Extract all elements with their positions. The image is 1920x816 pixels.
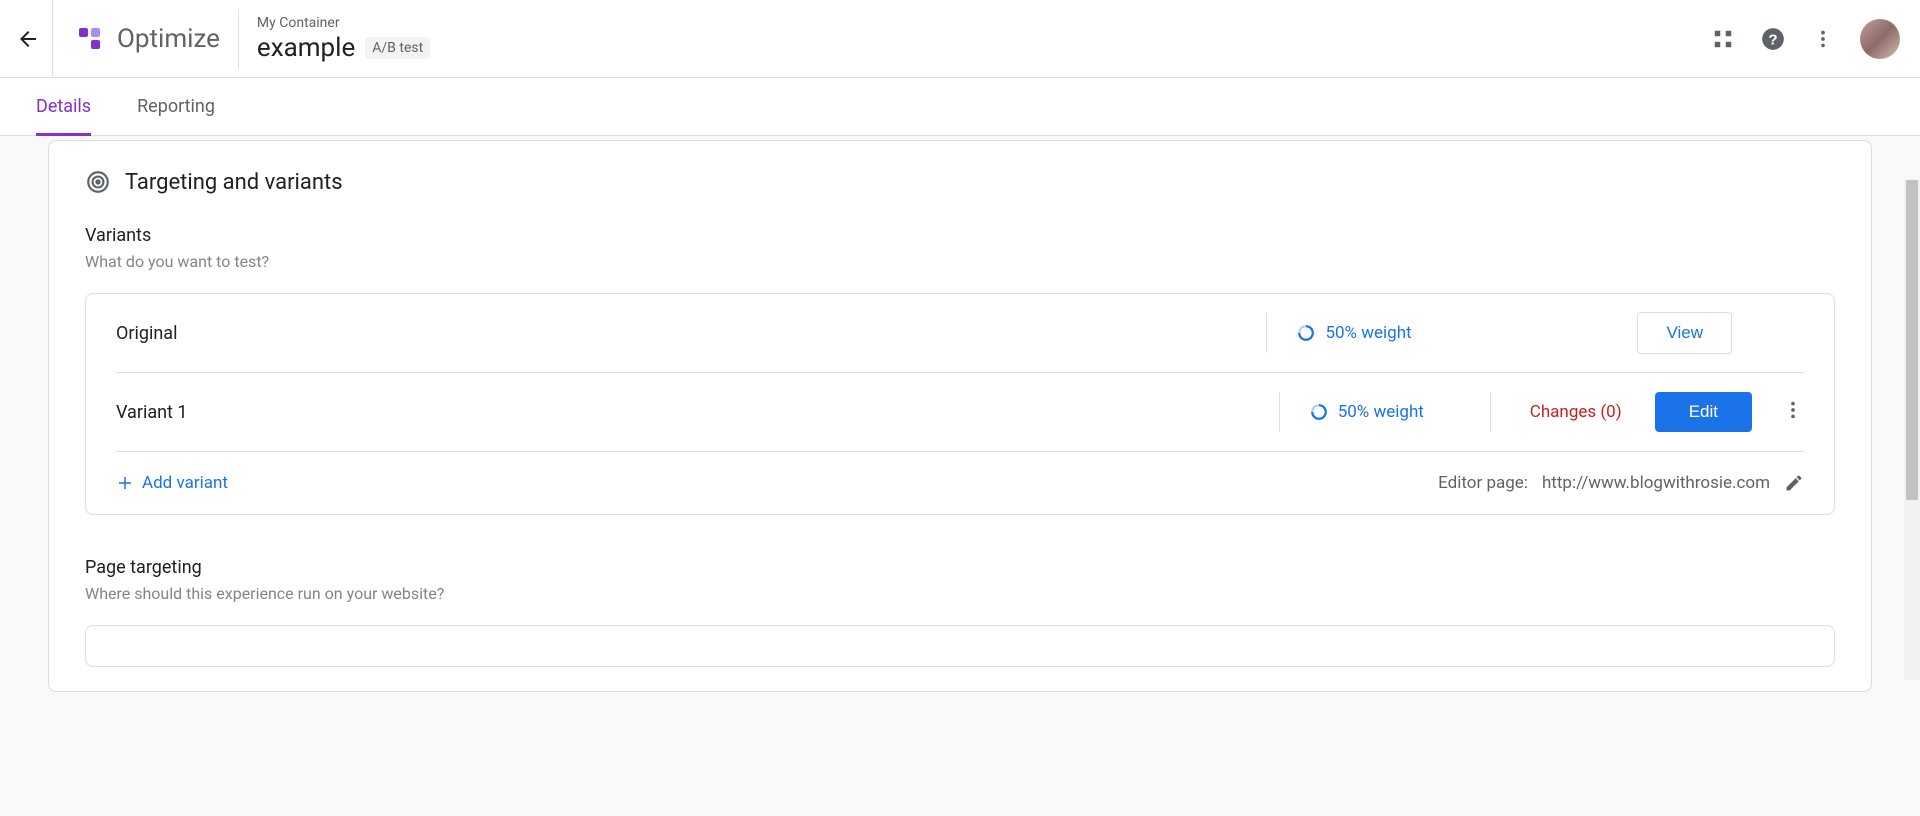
weight-label: 50% weight xyxy=(1338,402,1424,422)
section-title: Targeting and variants xyxy=(125,170,343,195)
scrollbar[interactable] xyxy=(1904,180,1920,680)
help-button[interactable]: ? xyxy=(1760,26,1786,52)
section-header: Targeting and variants xyxy=(85,169,1835,195)
variant-name: Variant 1 xyxy=(116,402,1249,423)
weight-button[interactable]: 50% weight xyxy=(1310,402,1460,422)
weight-icon xyxy=(1297,324,1315,342)
more-vert-icon xyxy=(1812,28,1834,50)
editor-page-info: Editor page: http://www.blogwithrosie.co… xyxy=(1438,473,1804,493)
variant-row-variant-1[interactable]: Variant 1 50% weight Changes (0) Edit xyxy=(86,373,1834,451)
brand-logo: Optimize xyxy=(73,22,220,56)
variant-more-button[interactable] xyxy=(1782,399,1804,425)
main-content: Targeting and variants Variants What do … xyxy=(0,136,1920,816)
page-targeting-box xyxy=(85,625,1835,667)
apps-icon xyxy=(1712,28,1734,50)
divider xyxy=(1490,392,1491,432)
brand-name: Optimize xyxy=(117,24,220,54)
variants-desc: What do you want to test? xyxy=(85,252,1835,271)
scroll-thumb[interactable] xyxy=(1906,180,1918,500)
divider xyxy=(52,0,53,78)
apps-button[interactable] xyxy=(1712,28,1734,50)
variant-row-original[interactable]: Original 50% weight View xyxy=(86,294,1834,372)
variants-footer: Add variant Editor page: http://www.blog… xyxy=(86,452,1834,514)
more-vert-icon xyxy=(1782,399,1804,421)
more-button[interactable] xyxy=(1812,28,1834,50)
view-button[interactable]: View xyxy=(1637,312,1732,354)
add-variant-label: Add variant xyxy=(142,473,228,493)
header-actions: ? xyxy=(1712,19,1900,59)
tab-reporting[interactable]: Reporting xyxy=(137,78,215,136)
app-header: Optimize My Container example A/B test ? xyxy=(0,0,1920,78)
page-targeting-desc: Where should this experience run on your… xyxy=(85,584,1835,603)
divider xyxy=(238,9,239,69)
divider xyxy=(1279,392,1280,432)
page-targeting-title: Page targeting xyxy=(85,557,1835,578)
weight-label: 50% weight xyxy=(1325,323,1411,343)
target-icon xyxy=(85,169,111,195)
add-variant-button[interactable]: Add variant xyxy=(116,473,228,493)
edit-button[interactable]: Edit xyxy=(1655,392,1752,432)
plus-icon xyxy=(116,474,134,492)
experiment-name: example xyxy=(257,33,355,63)
svg-text:?: ? xyxy=(1768,31,1777,48)
variants-section: Variants What do you want to test? Origi… xyxy=(85,225,1835,515)
targeting-card: Targeting and variants Variants What do … xyxy=(48,140,1872,692)
arrow-back-icon xyxy=(16,27,40,51)
weight-icon xyxy=(1310,403,1328,421)
experiment-breadcrumb: My Container example A/B test xyxy=(257,15,430,63)
optimize-logo-icon xyxy=(73,22,107,56)
edit-pencil-icon[interactable] xyxy=(1784,473,1804,493)
account-avatar[interactable] xyxy=(1860,19,1900,59)
variants-title: Variants xyxy=(85,225,1835,246)
divider xyxy=(1266,313,1267,353)
tab-bar: Details Reporting xyxy=(0,78,1920,136)
variant-name: Original xyxy=(116,323,1236,344)
experiment-type-badge: A/B test xyxy=(365,37,430,59)
changes-link[interactable]: Changes (0) xyxy=(1521,402,1631,422)
editor-page-url: http://www.blogwithrosie.com xyxy=(1542,473,1770,493)
help-icon: ? xyxy=(1760,26,1786,52)
page-targeting-section: Page targeting Where should this experie… xyxy=(85,557,1835,667)
variants-table: Original 50% weight View Variant 1 xyxy=(85,293,1835,515)
editor-page-label: Editor page: xyxy=(1438,473,1528,493)
tab-details[interactable]: Details xyxy=(36,78,91,136)
weight-button[interactable]: 50% weight xyxy=(1297,323,1447,343)
back-button[interactable] xyxy=(8,19,48,59)
container-name: My Container xyxy=(257,15,430,31)
